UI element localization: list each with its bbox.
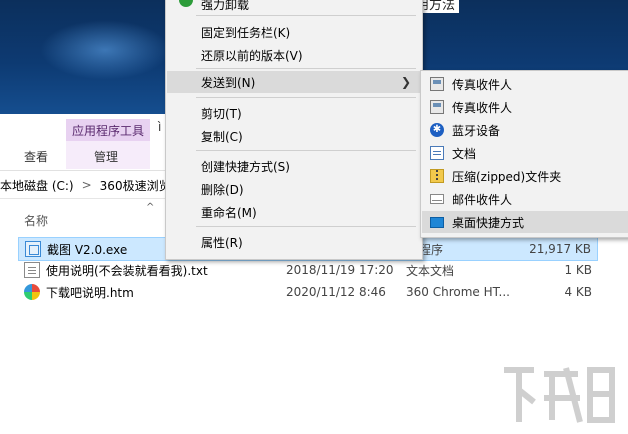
submenu-item-label: 邮件收件人 [452,192,513,207]
submenu-item-fax-recipient[interactable]: 传真收件人 [422,96,628,118]
fax-icon [430,100,444,114]
menu-item-pin-taskbar[interactable]: 固定到任务栏(K) [167,21,421,43]
submenu-item-label: 压缩(zipped)文件夹 [452,169,562,184]
submenu-item-bluetooth[interactable]: ✱ 蓝牙设备 [422,119,628,141]
menu-item-label: 固定到任务栏(K) [201,25,291,40]
column-header-name[interactable]: 名称 [24,212,48,229]
menu-item-label: 剪切(T) [201,106,242,121]
submenu-item-label: 桌面快捷方式 [452,215,525,230]
zip-folder-icon [430,169,444,183]
menu-item-label: 重命名(M) [201,205,257,220]
menu-separator [196,15,416,16]
uninstall-icon [179,0,193,7]
file-name: 使用说明(不会装就看看我).txt [46,263,208,278]
file-name: 下载吧说明.htm [46,285,134,300]
file-size: 4 KB [564,285,592,299]
menu-separator [196,226,416,227]
ribbon-cut-text: ì [158,120,162,134]
menu-item-label: 强力卸载 [201,0,250,12]
bluetooth-icon: ✱ [430,123,444,137]
watermark-logo [504,367,615,423]
documents-icon [430,146,444,160]
menu-separator [196,150,416,151]
submenu-item-zip-folder[interactable]: 压缩(zipped)文件夹 [422,165,628,187]
chevron-right-icon: ❯ [400,75,411,89]
file-type: 文本文档 [406,263,455,278]
submenu-item-documents[interactable]: 文档 [422,142,628,164]
submenu-item-mail-recipient[interactable]: 邮件收件人 [422,188,628,210]
tab-application-tools[interactable]: 应用程序工具 [66,119,150,141]
file-row[interactable]: 使用说明(不会装就看看我).txt 2018/11/19 17:20 文本文档 … [18,259,598,281]
mail-icon [430,194,444,204]
submenu-item-label: 传真收件人 [452,100,513,115]
menu-item-rename[interactable]: 重命名(M) [167,201,421,223]
menu-item-label: 属性(R) [201,235,243,250]
html-file-icon [24,284,40,300]
breadcrumb-drive[interactable]: 本地磁盘 (C:) [0,177,74,194]
submenu-item-label: 文档 [452,146,477,161]
file-date: 2020/11/12 8:46 [286,285,386,299]
menu-item-send-to[interactable]: 发送到(N) ❯ [167,71,421,93]
submenu-item-fax-recipient[interactable]: 传真收件人 [422,73,628,95]
file-size: 21,917 KB [529,242,591,256]
file-row[interactable]: 下载吧说明.htm 2020/11/12 8:46 360 Chrome HT.… [18,281,598,303]
menu-item-label: 还原以前的版本(V) [201,48,303,63]
chevron-right-icon[interactable]: > [82,178,92,192]
sort-arrow-icon: ^ [146,202,155,213]
desktop-icon [430,216,444,228]
menu-item-uninstall[interactable]: 强力卸载 [167,0,421,15]
menu-item-create-shortcut[interactable]: 创建快捷方式(S) [167,155,421,177]
submenu-item-label: 传真收件人 [452,77,513,92]
send-to-submenu: 传真收件人 传真收件人 ✱ 蓝牙设备 文档 压缩(zipped)文件夹 邮件收件… [420,70,628,238]
menu-item-copy[interactable]: 复制(C) [167,125,421,147]
tab-manage[interactable]: 管理 [94,148,118,165]
menu-item-label: 创建快捷方式(S) [201,159,290,174]
menu-item-label: 复制(C) [201,129,243,144]
menu-item-label: 发送到(N) [201,75,256,90]
context-menu: 强力卸载 固定到任务栏(K) 还原以前的版本(V) 发送到(N) ❯ 剪切(T)… [165,0,423,260]
menu-item-label: 删除(D) [201,182,244,197]
menu-item-cut[interactable]: 剪切(T) [167,102,421,124]
menu-separator [196,68,416,69]
menu-separator [196,97,416,98]
submenu-item-label: 蓝牙设备 [452,123,501,138]
submenu-item-desktop-shortcut[interactable]: 桌面快捷方式 [422,211,628,233]
fax-icon [430,77,444,91]
text-file-icon [24,262,40,278]
tab-view[interactable]: 查看 [24,148,48,165]
menu-item-properties[interactable]: 属性(R) [167,231,421,253]
file-date: 2018/11/19 17:20 [286,263,394,277]
menu-item-restore-version[interactable]: 还原以前的版本(V) [167,44,421,66]
file-type: 360 Chrome HT... [406,285,510,299]
file-size: 1 KB [564,263,592,277]
exe-icon [25,241,41,257]
menu-item-delete[interactable]: 删除(D) [167,178,421,200]
